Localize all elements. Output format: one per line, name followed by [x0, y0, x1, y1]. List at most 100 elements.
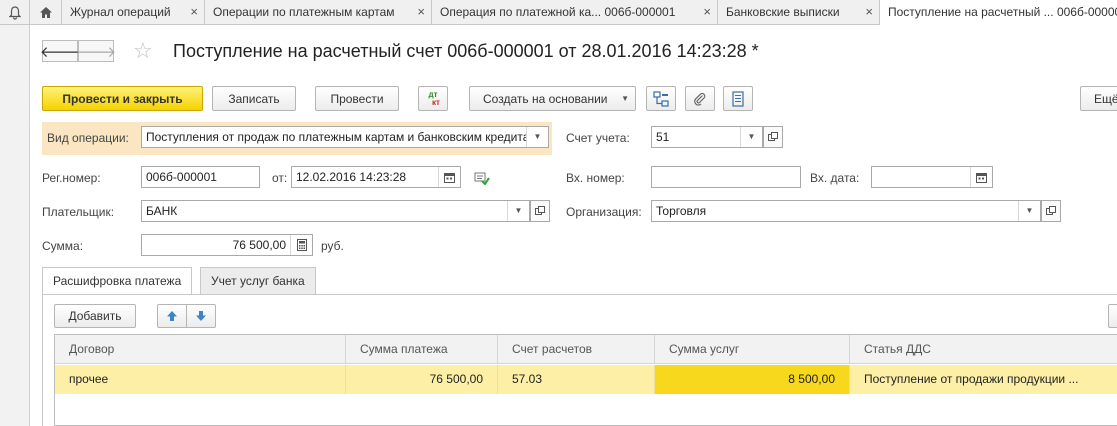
sum-value: 76 500,00 [232, 238, 286, 252]
arrow-left-icon: 🡐 [39, 43, 81, 61]
tab-label: Журнал операций [70, 5, 171, 19]
dropdown-arrow-icon[interactable]: ▼ [740, 127, 762, 147]
tab-operations-journal[interactable]: Журнал операций × [62, 0, 205, 25]
calendar-icon[interactable] [970, 167, 992, 187]
sum-label: Сумма: [42, 239, 84, 253]
list-icon [732, 90, 744, 107]
date-field[interactable]: 12.02.2016 14:23:28 [291, 166, 461, 188]
tab-bar: Журнал операций × Операции по платежным … [0, 0, 1117, 26]
date-label: от: [272, 171, 288, 185]
payer-value: БАНК [146, 204, 178, 218]
save-button[interactable]: Записать [212, 86, 296, 111]
column-header-services-sum[interactable]: Сумма услуг [655, 335, 850, 364]
operation-type-field[interactable]: Поступления от продаж по платежным карта… [141, 126, 549, 148]
favorite-star-icon[interactable]: ☆ [133, 38, 153, 64]
arrow-down-icon [196, 311, 206, 321]
open-icon [1046, 206, 1056, 215]
create-based-on-button[interactable]: Создать на основании ▼ [469, 86, 636, 111]
page-title: Поступление на расчетный счет 006б-00000… [173, 41, 759, 61]
incoming-number-label: Вх. номер: [566, 171, 625, 185]
arrow-up-icon [167, 311, 177, 321]
date-value: 12.02.2016 14:23:28 [296, 170, 407, 184]
print-list-button[interactable] [723, 86, 753, 111]
tab-payment-details[interactable]: Расшифровка платежа [42, 267, 193, 295]
cell-settlement-account[interactable]: 57.03 [498, 365, 655, 394]
home-icon[interactable] [30, 0, 62, 25]
incoming-number-field[interactable] [651, 166, 801, 188]
incoming-date-field[interactable]: . . [871, 166, 993, 188]
tab-receipt-active[interactable]: Поступление на расчетный ... 006б-000001 [880, 0, 1117, 26]
close-icon[interactable]: × [417, 0, 425, 24]
cell-cash-flow-item[interactable]: Поступление от продажи продукции ... [850, 365, 1117, 394]
tab-label: Операция по платежной ка... 006б-000001 [440, 5, 676, 19]
calendar-icon[interactable] [438, 167, 460, 187]
open-account-button[interactable] [763, 126, 783, 148]
table-header: Договор Сумма платежа Счет расчетов Сумм… [55, 335, 1117, 364]
move-up-button[interactable] [157, 304, 187, 328]
dropdown-arrow-icon[interactable]: ▼ [507, 201, 529, 221]
dt-kt-icon: дт кт [426, 90, 440, 107]
dropdown-arrow-icon[interactable]: ▼ [1018, 201, 1040, 221]
back-button[interactable]: 🡐 [39, 40, 81, 62]
close-icon[interactable]: × [190, 0, 198, 24]
open-organization-button[interactable] [1041, 200, 1061, 222]
kt-label: кт [432, 97, 440, 107]
tab-label: Банковские выписки [726, 5, 840, 19]
tab-label: Операции по платежным картам [213, 5, 395, 19]
cell-services-sum[interactable]: 8 500,00 [655, 365, 850, 394]
arrow-right-icon: 🡒 [75, 43, 117, 61]
reg-number-label: Рег.номер: [42, 171, 101, 185]
account-label: Счет учета: [566, 131, 630, 145]
close-icon[interactable]: × [703, 0, 711, 24]
calculator-icon[interactable] [290, 235, 312, 255]
tab-label: Поступление на расчетный ... 006б-000001 [888, 5, 1117, 19]
tab-card-operations[interactable]: Операции по платежным картам × [205, 0, 432, 25]
left-panel-strip [0, 25, 30, 426]
operation-type-label: Вид операции: [47, 131, 129, 145]
organization-field[interactable]: Торговля ▼ [651, 200, 1041, 222]
add-button[interactable]: Добавить [54, 304, 136, 328]
dt-kt-button[interactable]: дт кт [418, 86, 448, 111]
reg-number-field[interactable]: 006б-000001 [141, 166, 260, 188]
incoming-date-label: Вх. дата: [810, 171, 860, 185]
column-header-contract[interactable]: Договор [55, 335, 346, 364]
cell-payment-sum[interactable]: 76 500,00 [346, 365, 498, 394]
sum-field[interactable]: 76 500,00 [141, 234, 313, 256]
table-row[interactable]: прочее 76 500,00 57.03 8 500,00 Поступле… [55, 365, 1117, 394]
more-button[interactable]: Ещё [1080, 86, 1117, 111]
open-icon [768, 132, 778, 141]
cell-contract[interactable]: прочее [55, 365, 346, 394]
structure-button[interactable] [646, 86, 676, 111]
operation-type-value: Поступления от продаж по платежным карта… [146, 130, 538, 144]
column-header-cash-flow-item[interactable]: Статья ДДС [850, 335, 1117, 364]
open-payer-button[interactable] [530, 200, 550, 222]
tab-bank-statements[interactable]: Банковские выписки × [718, 0, 880, 25]
payer-label: Плательщик: [42, 205, 115, 219]
tab-card-operation-doc[interactable]: Операция по платежной ка... 006б-000001 … [432, 0, 718, 25]
close-icon[interactable]: × [865, 0, 873, 24]
reg-number-value: 006б-000001 [146, 170, 217, 184]
move-down-button[interactable] [186, 304, 216, 328]
create-based-label: Создать на основании [483, 91, 608, 106]
account-field[interactable]: 51 ▼ [651, 126, 763, 148]
dropdown-arrow-icon: ▼ [621, 94, 629, 103]
organization-label: Организация: [566, 205, 642, 219]
post-status-icon[interactable] [474, 171, 490, 188]
paperclip-icon [694, 92, 706, 106]
post-button[interactable]: Провести [315, 86, 399, 111]
forward-button[interactable]: 🡒 [75, 40, 117, 62]
table-more-button[interactable] [1108, 304, 1117, 328]
organization-value: Торговля [656, 204, 707, 218]
structure-icon [653, 90, 669, 107]
attach-button[interactable] [685, 86, 715, 111]
currency-label: руб. [321, 239, 344, 253]
column-header-payment-sum[interactable]: Сумма платежа [346, 335, 498, 364]
dropdown-arrow-icon[interactable]: ▼ [526, 127, 548, 147]
payment-details-table: Договор Сумма платежа Счет расчетов Сумм… [54, 334, 1117, 426]
open-icon [535, 206, 545, 215]
payer-field[interactable]: БАНК ▼ [141, 200, 530, 222]
bell-icon[interactable] [0, 0, 30, 25]
column-header-settlement-account[interactable]: Счет расчетов [498, 335, 655, 364]
tab-bank-services[interactable]: Учет услуг банка [200, 267, 316, 294]
post-and-close-button[interactable]: Провести и закрыть [42, 86, 203, 111]
